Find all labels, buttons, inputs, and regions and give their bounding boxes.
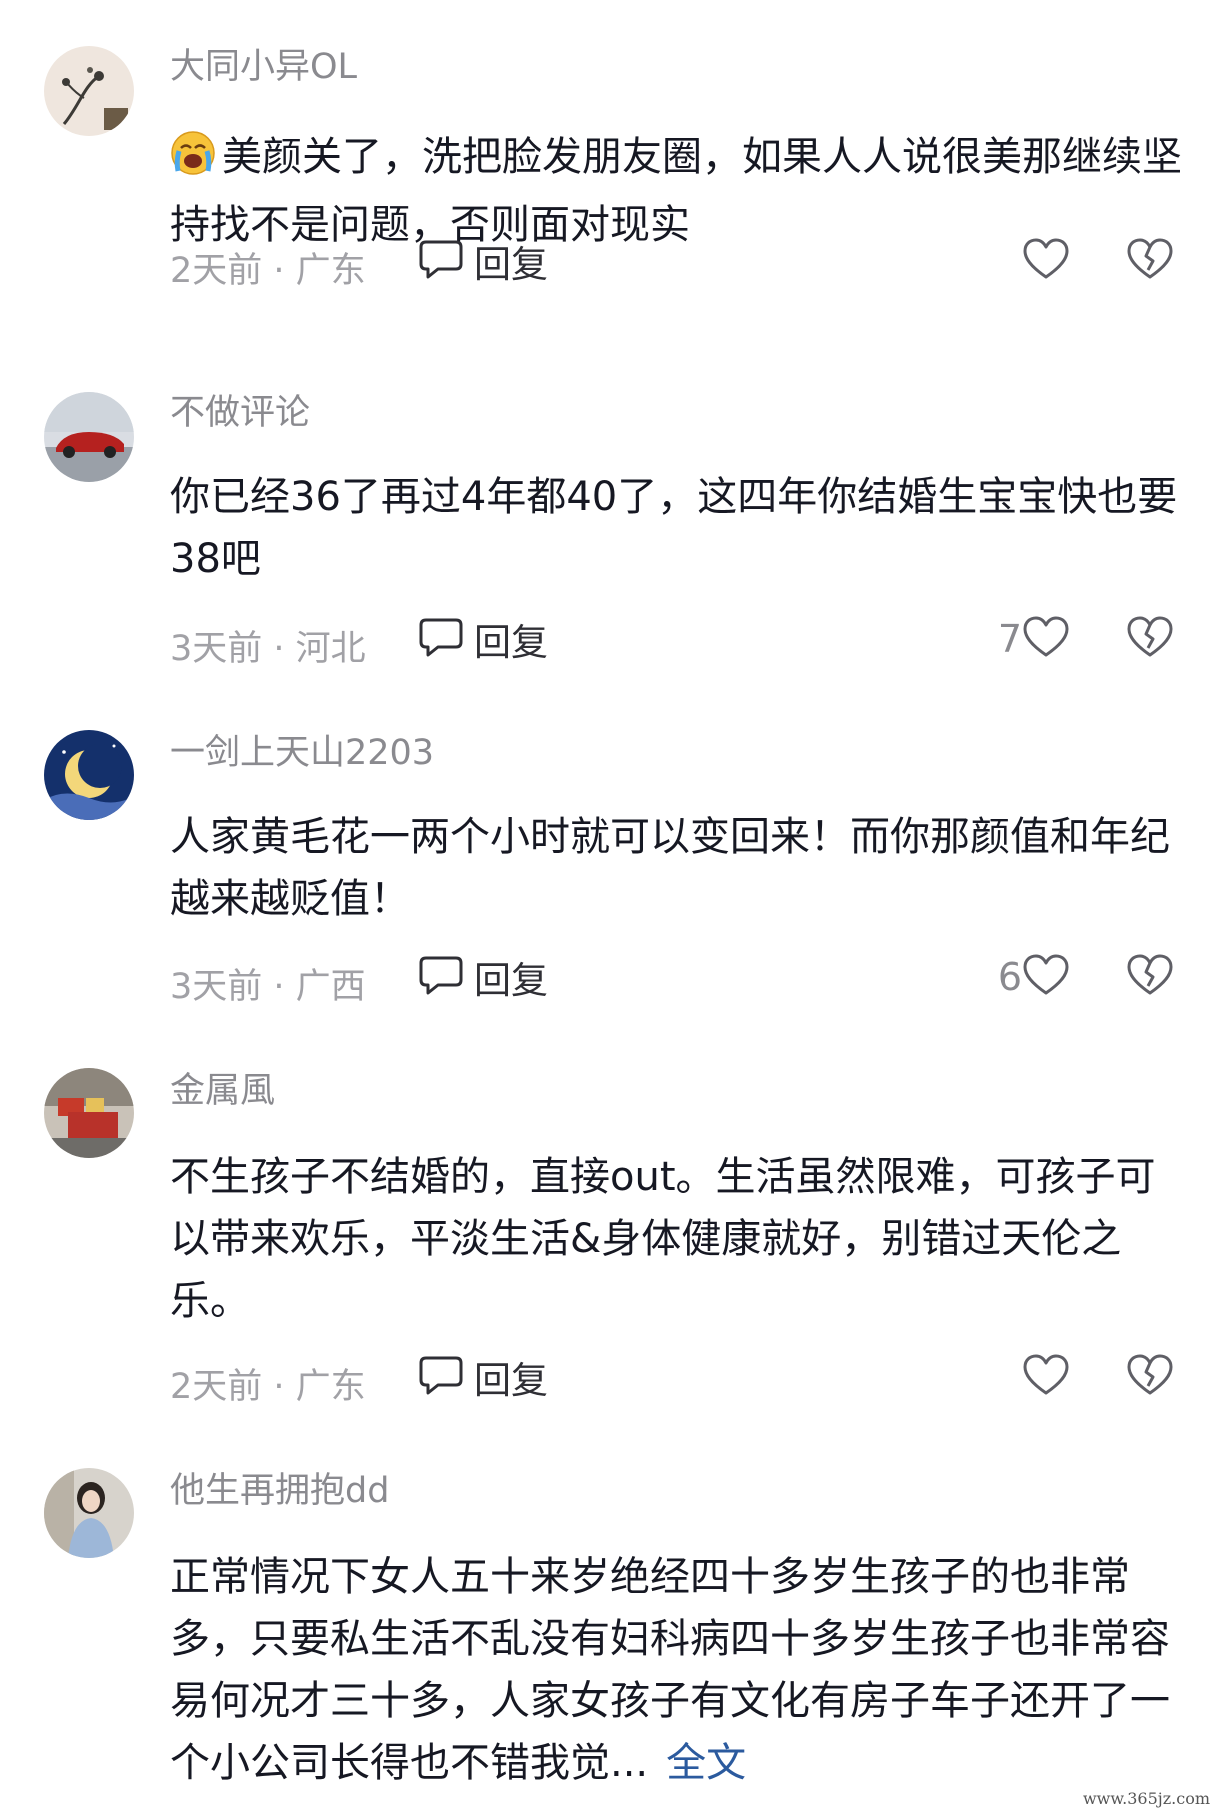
expand-full-text-link[interactable]: 全文: [666, 1740, 746, 1786]
heart-icon: [1022, 615, 1070, 663]
avatar[interactable]: [44, 392, 134, 482]
avatar[interactable]: [44, 1468, 134, 1558]
comment-text: 不生孩子不结婚的，直接out。生活虽然限难，可孩子可以带来欢乐，平淡生活&身体健…: [170, 1154, 1156, 1324]
dislike-button[interactable]: [1126, 1352, 1174, 1402]
like-button[interactable]: 7: [998, 614, 1070, 664]
reply-label: 回复: [474, 959, 548, 1002]
reply-button[interactable]: 回复: [418, 1352, 548, 1402]
time-location: 2天前 · 广东: [170, 1367, 366, 1407]
dislike-button[interactable]: [1126, 952, 1174, 1002]
watermark: www.365jz.com: [1082, 1789, 1210, 1808]
comment-meta: 2天前 · 广东 回复: [0, 236, 1220, 291]
crying-face-icon: [170, 130, 216, 194]
comment-text: 正常情况下女人五十来岁绝经四十多岁生孩子的也非常多，只要私生活不乱没有妇科病四十…: [170, 1546, 1185, 1794]
reply-label: 回复: [474, 1359, 548, 1402]
reply-label: 回复: [474, 621, 548, 664]
dislike-button[interactable]: [1126, 236, 1174, 286]
avatar[interactable]: [44, 730, 134, 820]
comment-text: 人家黄毛花一两个小时就可以变回来！而你那颜值和年纪越来越贬值！: [170, 814, 1170, 922]
comment-text: 你已经36了再过4年都40了，这四年你结婚生宝宝快也要38吧: [170, 474, 1178, 582]
broken-heart-icon: [1126, 1353, 1174, 1401]
reply-button[interactable]: 回复: [418, 614, 548, 664]
comment-text-body: 美颜关了，洗把脸发朋友圈，如果人人说很美那继续坚持找不是问题，否则面对现实: [170, 134, 1182, 248]
reply-label: 回复: [474, 243, 548, 286]
like-count: 7: [997, 617, 1022, 661]
time-location: 3天前 · 河北: [170, 629, 366, 669]
reply-bubble-icon: [418, 954, 464, 1000]
comment-meta: 3天前 · 广西 回复 6: [0, 952, 1220, 1007]
heart-icon: [1022, 953, 1070, 1001]
like-button[interactable]: [1022, 1352, 1070, 1402]
reply-button[interactable]: 回复: [418, 952, 548, 1002]
comment-meta: 3天前 · 河北 回复 7: [0, 614, 1220, 669]
username[interactable]: 大同小异OL: [170, 50, 357, 85]
username[interactable]: 一剑上天山2203: [170, 736, 434, 771]
broken-heart-icon: [1126, 237, 1174, 285]
username[interactable]: 金属風: [170, 1074, 275, 1109]
time-location: 2天前 · 广东: [170, 251, 366, 291]
heart-icon: [1022, 237, 1070, 285]
username[interactable]: 不做评论: [170, 396, 310, 431]
username[interactable]: 他生再拥抱dd: [170, 1474, 389, 1509]
reply-button[interactable]: 回复: [418, 236, 548, 286]
broken-heart-icon: [1126, 615, 1174, 663]
like-button[interactable]: 6: [998, 952, 1070, 1002]
dislike-button[interactable]: [1126, 614, 1174, 664]
like-count: 6: [997, 955, 1022, 999]
reply-bubble-icon: [418, 1354, 464, 1400]
avatar[interactable]: [44, 1068, 134, 1158]
like-button[interactable]: [1022, 236, 1070, 286]
comment-meta: 2天前 · 广东 回复: [0, 1352, 1220, 1407]
time-location: 3天前 · 广西: [170, 967, 366, 1007]
reply-bubble-icon: [418, 616, 464, 662]
avatar[interactable]: [44, 46, 134, 136]
heart-icon: [1022, 1353, 1070, 1401]
reply-bubble-icon: [418, 238, 464, 284]
broken-heart-icon: [1126, 953, 1174, 1001]
